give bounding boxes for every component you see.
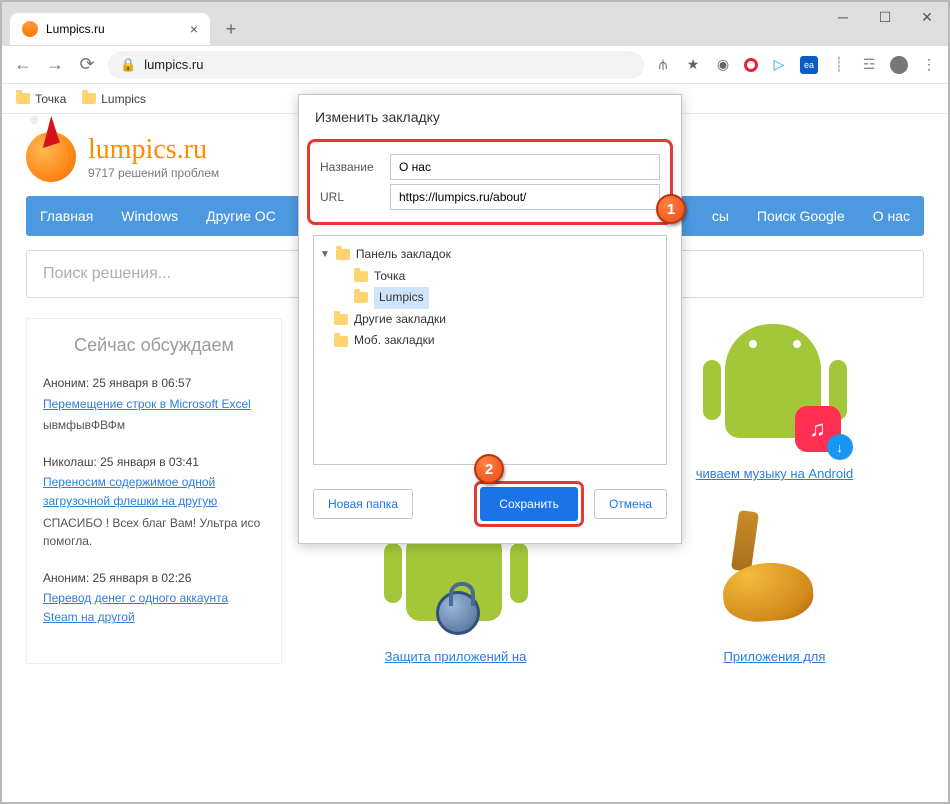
discussion-item: Аноним: 25 января в 02:26 Перевод денег … — [43, 569, 265, 627]
folder-icon — [82, 93, 96, 104]
address-text: lumpics.ru — [144, 57, 203, 72]
menu-icon[interactable]: ⋮ — [920, 56, 938, 74]
ext-icon[interactable]: ◉ — [714, 56, 732, 74]
discussion-sidebar: Сейчас обсуждаем Аноним: 25 января в 06:… — [26, 318, 282, 664]
dialog-fields-highlight: Название URL — [307, 139, 673, 225]
nav-search-google[interactable]: Поиск Google — [743, 196, 859, 236]
close-tab-icon[interactable]: × — [190, 21, 198, 37]
profile-avatar[interactable] — [890, 56, 908, 74]
nav-windows[interactable]: Windows — [107, 196, 192, 236]
window-controls: ─ ☐ ✕ — [822, 2, 948, 32]
annotation-1: 1 — [656, 194, 686, 224]
url-label: URL — [320, 190, 380, 204]
maximize-button[interactable]: ☐ — [864, 2, 906, 32]
broom-icon — [705, 501, 845, 641]
nav-home[interactable]: Главная — [26, 196, 107, 236]
translate-icon[interactable]: ⫛ — [654, 56, 672, 74]
back-button[interactable]: ← — [12, 54, 34, 75]
url-input[interactable] — [390, 184, 660, 210]
address-bar[interactable]: 🔒 lumpics.ru — [108, 51, 644, 79]
save-button[interactable]: Сохранить — [480, 487, 578, 521]
article-card: Приложения для — [665, 501, 885, 664]
reload-button[interactable]: ⟳ — [76, 54, 98, 75]
nav-other-os[interactable]: Другие ОС — [192, 196, 290, 236]
android-music-icon: ♫↓ — [705, 318, 845, 458]
dialog-title: Изменить закладку — [299, 95, 681, 139]
lock-icon: 🔒 — [120, 57, 136, 73]
discussion-link[interactable]: Перевод денег с одного аккаунта Steam на… — [43, 591, 228, 624]
toolbar: ← → ⟳ 🔒 lumpics.ru ⫛ ★ ◉ ▷ ea ┊ ☲ ⋮ — [2, 46, 948, 84]
tab-title: Lumpics.ru — [46, 22, 105, 36]
tab-bar: Lumpics.ru × + — [2, 12, 948, 46]
ext-icon[interactable]: ┊ — [830, 56, 848, 74]
ext-icon[interactable]: ☲ — [860, 56, 878, 74]
save-button-highlight: Сохранить — [474, 481, 584, 527]
ext-icon[interactable] — [744, 58, 758, 72]
discussion-link[interactable]: Переносим содержимое одной загрузочной ф… — [43, 475, 217, 508]
discussion-item: Николаш: 25 января в 03:41 Переносим сод… — [43, 453, 265, 551]
name-label: Название — [320, 160, 380, 174]
sidebar-title: Сейчас обсуждаем — [43, 335, 265, 356]
bookmark-star-icon[interactable]: ★ — [684, 56, 702, 74]
ext-icon[interactable]: ea — [800, 56, 818, 74]
article-card: ♫↓ чиваем музыку на Android — [665, 318, 885, 481]
new-tab-button[interactable]: + — [218, 16, 244, 42]
name-input[interactable] — [390, 154, 660, 180]
article-link[interactable]: чиваем музыку на Android — [696, 466, 853, 481]
browser-tab[interactable]: Lumpics.ru × — [10, 13, 210, 45]
bookmark-folder[interactable]: Точка — [16, 92, 66, 106]
annotation-2: 2 — [474, 454, 504, 484]
discussion-item: Аноним: 25 января в 06:57 Перемещение ст… — [43, 374, 265, 435]
article-link[interactable]: Приложения для — [724, 649, 826, 664]
site-subtitle: 9717 решений проблем — [88, 166, 219, 180]
nav-about[interactable]: О нас — [859, 196, 924, 236]
minimize-button[interactable]: ─ — [822, 2, 864, 32]
folder-tree[interactable]: ▼Панель закладок Точка Lumpics Другие за… — [313, 235, 667, 465]
favicon-icon — [22, 21, 38, 37]
site-name: lumpics.ru — [88, 134, 219, 166]
discussion-link[interactable]: Перемещение строк в Microsoft Excel — [43, 397, 251, 411]
folder-selected: Lumpics — [320, 287, 660, 309]
folder-icon — [16, 93, 30, 104]
site-logo — [26, 132, 76, 182]
bookmark-folder[interactable]: Lumpics — [82, 92, 146, 106]
new-folder-button[interactable]: Новая папка — [313, 489, 413, 519]
article-link[interactable]: Защита приложений на — [385, 649, 527, 664]
close-button[interactable]: ✕ — [906, 2, 948, 32]
ext-icon[interactable]: ▷ — [770, 56, 788, 74]
forward-button[interactable]: → — [44, 54, 66, 75]
nav-tips[interactable]: сы — [698, 196, 743, 236]
cancel-button[interactable]: Отмена — [594, 489, 667, 519]
